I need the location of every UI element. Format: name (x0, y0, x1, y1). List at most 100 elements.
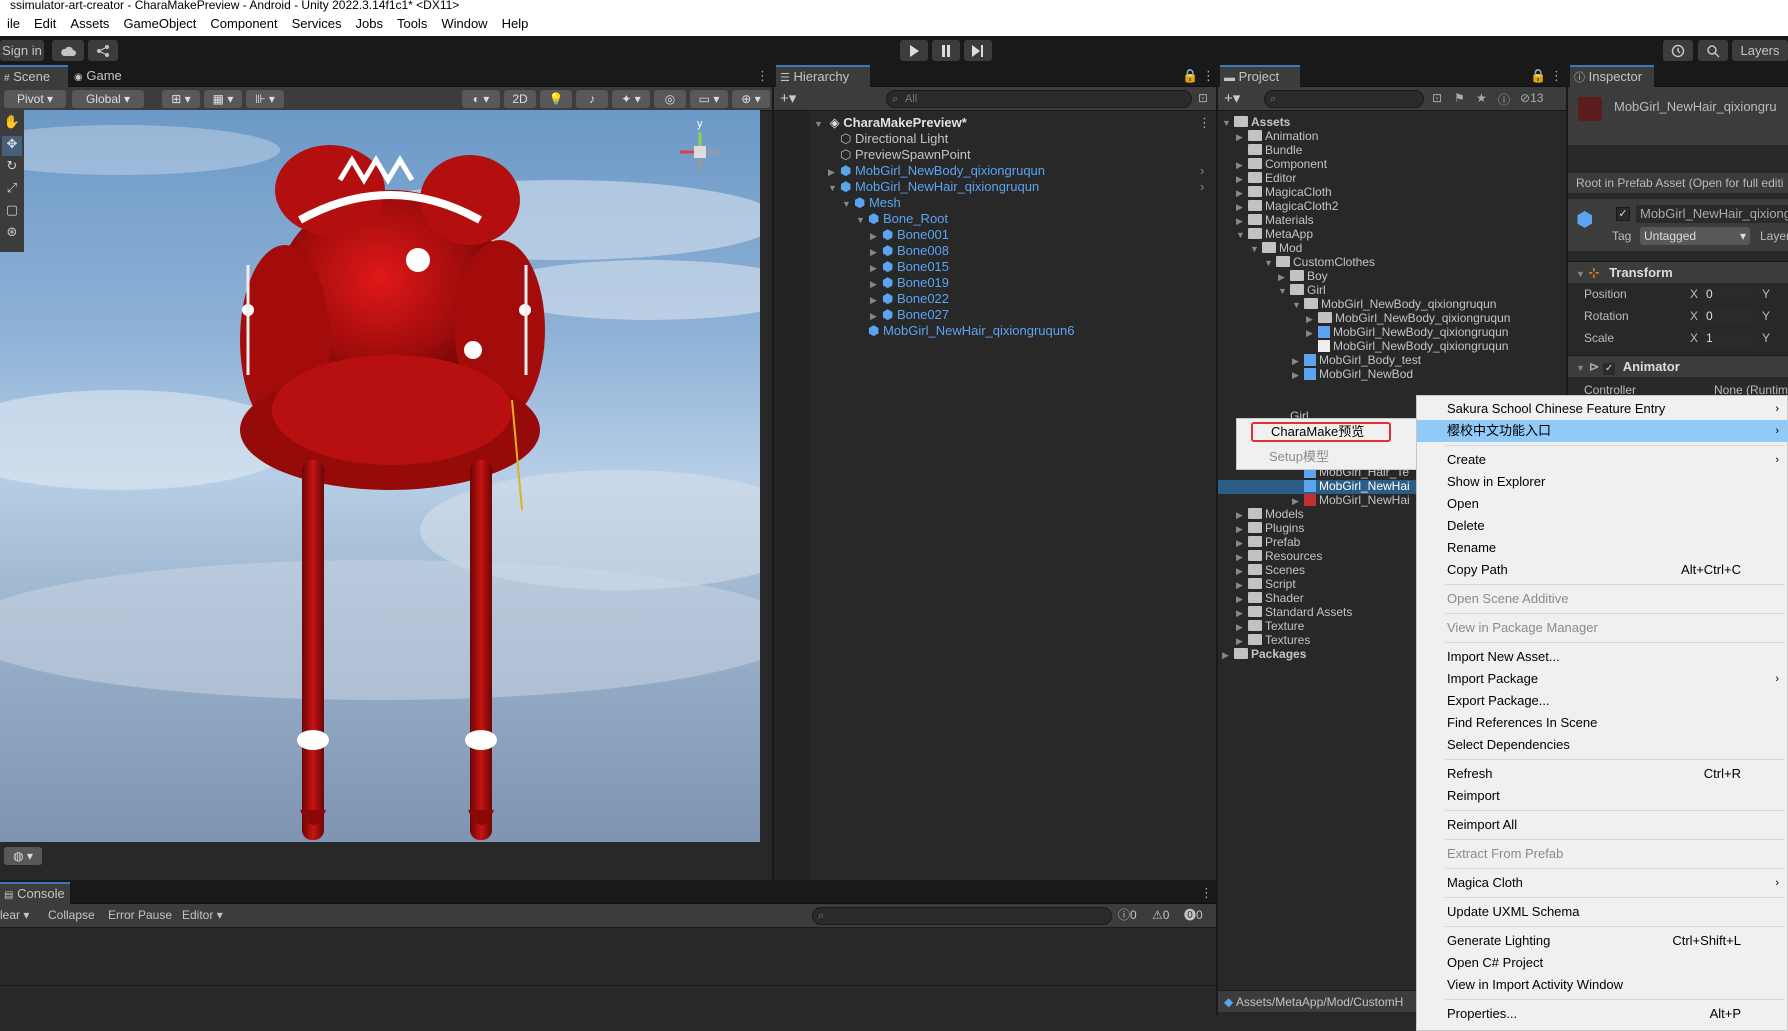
context-menu-item[interactable]: View in Import Activity Window (1417, 974, 1788, 996)
context-menu-item[interactable]: Open C# Project (1417, 952, 1788, 974)
console-search-input[interactable]: ⌕ (812, 907, 1112, 925)
project-item[interactable]: ▶ MobGirl_NewHai (1292, 493, 1410, 507)
expand-arrow-icon[interactable]: ▶ (1222, 648, 1234, 662)
project-item[interactable]: ▼ MobGirl_NewBody_qixiongruqun (1292, 297, 1496, 311)
history-button[interactable] (1663, 40, 1693, 61)
context-menu-item[interactable]: Generate Lighting Ctrl+Shift+L (1417, 930, 1788, 952)
tab-game[interactable]: ◉ Game (70, 65, 136, 87)
error-pause-toggle[interactable]: Error Pause (108, 904, 172, 926)
expand-arrow-icon[interactable]: ▼ (1222, 116, 1234, 130)
cloud-button[interactable] (52, 40, 84, 61)
increment-snap-button[interactable]: ⊪ ▾ (246, 90, 284, 108)
project-item[interactable]: ▶ MagicaCloth (1236, 185, 1332, 199)
expand-arrow-icon[interactable]: ▶ (1292, 368, 1304, 382)
hierarchy-item[interactable]: ⬢ MobGirl_NewHair_qixiongruqun6 (856, 323, 1074, 339)
transform-header[interactable]: ▼ ⊹ Transform (1568, 261, 1788, 283)
context-menu-item[interactable]: Properties... Alt+P (1417, 1003, 1788, 1025)
grid-snap-button[interactable]: ⊞ ▾ (162, 90, 200, 108)
editor-dropdown[interactable]: Editor ▾ (182, 904, 223, 926)
expand-arrow-icon[interactable]: ▶ (1236, 158, 1248, 172)
panel-menu-icon[interactable]: ⋮ (1198, 65, 1215, 87)
context-menu-item[interactable]: Magica Cloth › (1417, 872, 1788, 894)
object-name-field[interactable]: MobGirl_NewHair_qixiong (1636, 205, 1788, 223)
expand-arrow-icon[interactable]: ▶ (1236, 214, 1248, 228)
expand-arrow-icon[interactable]: ▶ (1236, 550, 1248, 564)
warning-count-toggle[interactable]: ⚠0 (1152, 904, 1169, 926)
expand-arrow-icon[interactable]: ▶ (1236, 172, 1248, 186)
hierarchy-item[interactable]: ⬡ PreviewSpawnPoint (828, 147, 971, 163)
clear-button[interactable]: lear ▾ (0, 904, 29, 926)
tag-dropdown[interactable]: Untagged ▾ (1640, 227, 1750, 245)
hierarchy-item[interactable]: ▶ ⬢ Bone027 (870, 307, 949, 323)
expand-arrow-icon[interactable]: ▶ (1236, 508, 1248, 522)
menu-item[interactable]: Help (495, 12, 536, 36)
log-count-toggle[interactable]: ⓘ0 (1118, 904, 1137, 926)
project-item[interactable]: ▶ Shader (1236, 591, 1304, 605)
gizmos-dropdown[interactable]: ⊕ ▾ (732, 90, 770, 108)
project-item[interactable]: ▶ Plugins (1236, 521, 1304, 535)
menu-item[interactable]: Assets (63, 12, 116, 36)
rect-tool-icon[interactable]: ▢ (2, 202, 22, 222)
context-menu-item[interactable]: Delete (1417, 515, 1788, 537)
lock-icon[interactable]: 🔒 (1178, 65, 1198, 87)
expand-arrow-icon[interactable]: ▶ (1236, 620, 1248, 634)
pivot-dropdown[interactable]: Pivot ▾ (4, 90, 66, 108)
collapse-toggle[interactable]: Collapse (48, 904, 95, 926)
project-item[interactable]: ▶ Standard Assets (1236, 605, 1352, 619)
context-menu-item[interactable]: Export Package... (1417, 690, 1788, 712)
hand-tool-icon[interactable]: ✋ (2, 114, 22, 134)
hierarchy-item[interactable]: ▼ ⬢ MobGirl_NewHair_qixiongruqun (828, 179, 1039, 195)
project-item[interactable]: MobGirl_NewBody_qixiongruqun (1306, 339, 1508, 353)
scene-visibility-toggle[interactable]: ◎ (654, 90, 686, 108)
expand-arrow-icon[interactable]: ▶ (1292, 354, 1304, 368)
sign-in-button[interactable]: Sign in (0, 40, 44, 61)
project-item[interactable]: ▶ MobGirl_NewBody_qixiongruqun (1306, 311, 1510, 325)
menu-item[interactable]: Window (434, 12, 494, 36)
scene-menu-icon[interactable]: ⋮ (1198, 115, 1211, 131)
expand-arrow-icon[interactable]: ▼ (1264, 256, 1276, 270)
expand-arrow-icon[interactable]: ▶ (870, 276, 882, 292)
hierarchy-item[interactable]: ▶ ⬢ Bone001 (870, 227, 949, 243)
expand-arrow-icon[interactable]: ▼ (842, 196, 854, 212)
animator-header[interactable]: ▼ ⊳ ✓ Animator (1568, 355, 1788, 377)
context-menu-item[interactable]: Reimport (1417, 785, 1788, 807)
step-button[interactable] (964, 40, 992, 61)
scene-search-icon[interactable]: ⊡ (1198, 91, 1212, 105)
open-prefab-chevron-icon[interactable]: › (1200, 163, 1204, 179)
layers-dropdown[interactable]: Layers (1732, 40, 1788, 61)
camera-dropdown[interactable]: ▭ ▾ (690, 90, 728, 108)
expand-arrow-icon[interactable]: ▶ (870, 292, 882, 308)
context-menu-item[interactable]: Open (1417, 493, 1788, 515)
project-item[interactable]: ▶ Prefab (1236, 535, 1300, 549)
panel-menu-icon[interactable]: ⋮ (1196, 882, 1213, 904)
expand-arrow-icon[interactable]: ▶ (1236, 592, 1248, 606)
expand-arrow-icon[interactable]: ▼ (814, 116, 826, 132)
x-value-field[interactable]: 1 (1702, 329, 1754, 347)
collab-button[interactable] (88, 40, 118, 61)
expand-arrow-icon[interactable]: ▶ (1236, 536, 1248, 550)
context-menu-item[interactable]: Reimport All (1417, 814, 1788, 836)
project-item[interactable]: ▶ Textures (1236, 633, 1310, 647)
scene-viewport[interactable]: y ✋ ✥ ↻ ⤢ ▢ ⊛ (0, 110, 760, 842)
add-object-button[interactable]: +▾ (780, 89, 796, 107)
context-menu-item[interactable]: Import Package › (1417, 668, 1788, 690)
hierarchy-search-input[interactable]: ⌕ All (886, 90, 1192, 108)
x-value-field[interactable]: 0 (1702, 285, 1754, 303)
context-menu-item[interactable]: Update UXML Schema (1417, 901, 1788, 923)
expand-arrow-icon[interactable]: ▼ (1250, 242, 1262, 256)
tab-inspector[interactable]: ⓘ Inspector (1570, 65, 1654, 87)
context-menu-item[interactable]: Sakura School Chinese Feature Entry › (1417, 398, 1788, 420)
project-item[interactable]: ▼ CustomClothes (1264, 255, 1375, 269)
hierarchy-item[interactable]: ▼ ⬢ Mesh (842, 195, 901, 211)
tab-hierarchy[interactable]: ☰ Hierarchy (776, 65, 870, 87)
project-item[interactable]: ▶ Component (1236, 157, 1327, 171)
global-dropdown[interactable]: Global ▾ (72, 90, 144, 108)
menu-item[interactable]: Component (203, 12, 284, 36)
scale-tool-icon[interactable]: ⤢ (2, 180, 22, 200)
tab-console[interactable]: ▤ Console (0, 882, 70, 904)
project-item[interactable]: ▶ Packages (1222, 647, 1306, 661)
project-item[interactable]: ▶ MobGirl_NewBod (1292, 367, 1413, 381)
expand-arrow-icon[interactable]: ▼ (828, 180, 840, 196)
audio-toggle[interactable]: ♪ (576, 90, 608, 108)
expand-arrow-icon[interactable]: ▶ (1236, 200, 1248, 214)
